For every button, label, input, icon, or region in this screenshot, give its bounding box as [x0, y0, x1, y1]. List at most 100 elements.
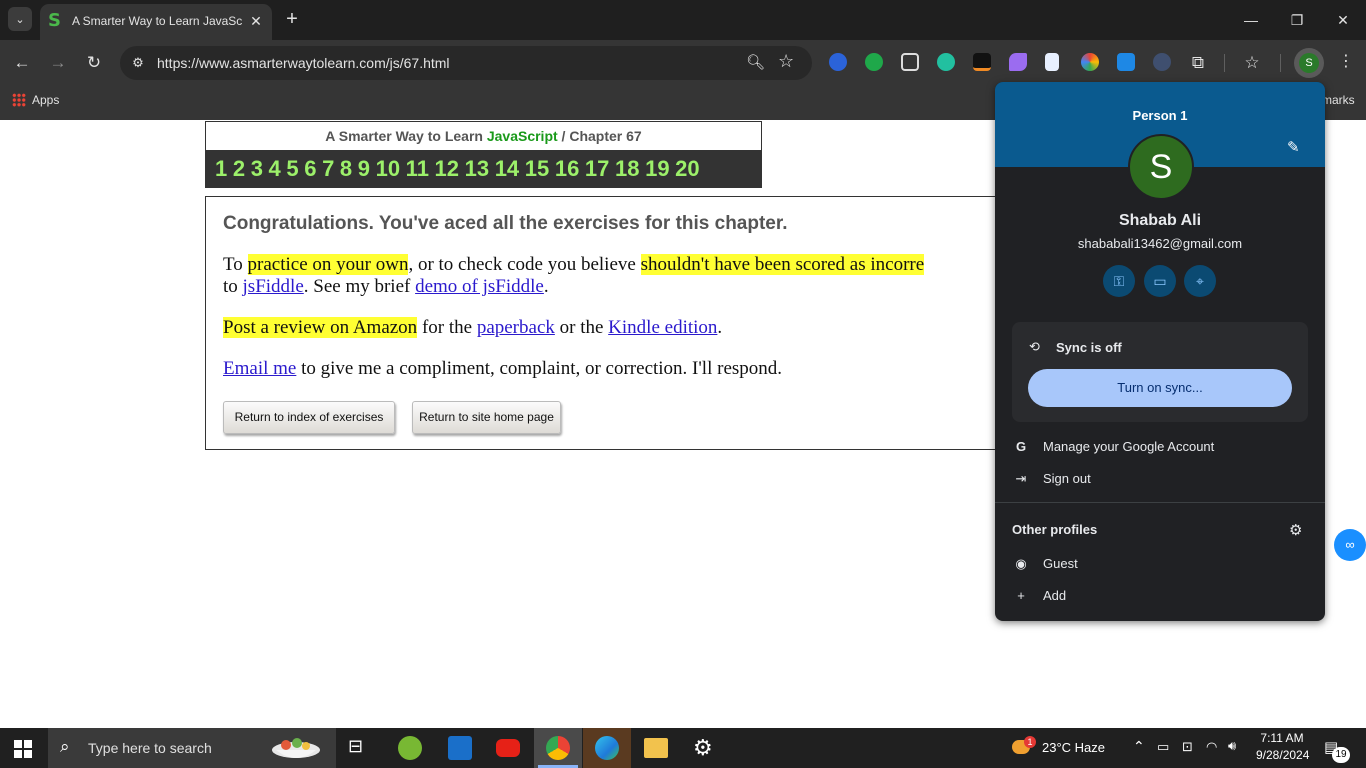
search-icon: ⌕	[60, 737, 70, 756]
manage-profiles-gear-icon[interactable]: ⚙	[1289, 521, 1302, 539]
addresses-pin-icon[interactable]: ⌖	[1184, 265, 1216, 297]
return-index-button[interactable]: Return to index of exercises	[223, 401, 395, 434]
chapter-link[interactable]: 12	[435, 156, 459, 181]
wifi-icon[interactable]: ◠	[1206, 739, 1217, 755]
youtube-icon[interactable]	[496, 739, 520, 757]
guest-profile-item[interactable]: ◉ Guest	[1013, 556, 1078, 572]
clock[interactable]: 7:11 AM 9/28/2024	[1256, 731, 1309, 762]
chapter-link[interactable]: 4	[269, 156, 281, 181]
add-profile-item[interactable]: + Add	[1013, 588, 1066, 603]
task-view-icon[interactable]: ⊟	[348, 736, 372, 760]
tab-title: A Smarter Way to Learn JavaScript	[72, 14, 242, 28]
chapter-link[interactable]: 20	[675, 156, 699, 181]
purple-extension-icon[interactable]	[1009, 53, 1027, 71]
settings-gear-icon[interactable]: ⚙	[693, 736, 717, 760]
utorrent-icon[interactable]	[398, 736, 422, 760]
cursor-extension-icon[interactable]	[1153, 53, 1171, 71]
chapter-link[interactable]: 2	[233, 156, 245, 181]
network-icon[interactable]: ⊡	[1182, 739, 1193, 755]
weather-text[interactable]: 23°C Haze	[1042, 740, 1105, 755]
taskbar-search[interactable]: ⌕ Type here to search	[48, 728, 336, 768]
demo-jsfiddle-link[interactable]: demo of jsFiddle	[415, 276, 544, 297]
chapter-link[interactable]: 11	[406, 156, 429, 181]
content-box: Congratulations. You've aced all the exe…	[205, 196, 1005, 450]
chapter-link[interactable]: 8	[340, 156, 352, 181]
kindle-link[interactable]: Kindle edition	[608, 317, 717, 338]
extensions-puzzle-icon[interactable]: ⧉	[1186, 51, 1210, 75]
chapter-link[interactable]: 15	[525, 156, 549, 181]
return-home-button[interactable]: Return to site home page	[412, 401, 561, 434]
highlight-scored: shouldn't have been scored as incorre	[640, 254, 925, 275]
site-info-icon[interactable]: ⚙	[128, 53, 148, 73]
chapter-link[interactable]: 7	[322, 156, 334, 181]
paperback-link[interactable]: paperback	[477, 317, 555, 338]
jsfiddle-link[interactable]: jsFiddle	[243, 276, 304, 297]
weather-icon[interactable]: 1	[1010, 736, 1036, 758]
apps-bookmark[interactable]: Apps	[12, 93, 59, 107]
menu-kebab-icon[interactable]: ⋮	[1338, 51, 1354, 71]
toolbar: ← → ↻ ⚙ https://www.asmarterwaytolearn.c…	[0, 40, 1366, 86]
address-bar[interactable]: ⚙ https://www.asmarterwaytolearn.com/js/…	[120, 46, 812, 80]
close-window-button[interactable]: ✕	[1328, 8, 1358, 32]
new-tab-button[interactable]: +	[282, 9, 302, 29]
close-tab-icon[interactable]: ✕	[246, 11, 266, 31]
google-g-icon: G	[1015, 439, 1027, 454]
payment-card-icon[interactable]: ▭	[1144, 265, 1176, 297]
reload-button[interactable]: ↻	[82, 51, 106, 75]
text: or the	[554, 317, 609, 338]
chapter-link[interactable]: 9	[358, 156, 370, 181]
blue-extension-icon[interactable]	[1117, 53, 1135, 71]
dark-extension-icon[interactable]	[973, 53, 991, 71]
chat-extension-icon[interactable]	[937, 53, 955, 71]
show-hidden-icons-icon[interactable]: ⌃	[1133, 738, 1145, 755]
all-bookmarks-label[interactable]: marks	[1322, 93, 1355, 107]
chapter-link[interactable]: 1	[215, 156, 227, 181]
bookmark-star-icon[interactable]: ☆	[778, 51, 794, 72]
chapter-link[interactable]: 3	[251, 156, 263, 181]
back-button[interactable]: ←	[10, 51, 34, 75]
paragraph-practice: To practice on your own, or to check cod…	[223, 254, 1005, 298]
edge-taskbar-button[interactable]	[583, 728, 631, 768]
minimize-button[interactable]: —	[1236, 8, 1266, 32]
restore-button[interactable]: ❐	[1282, 8, 1312, 32]
battery-icon[interactable]: ▭	[1157, 739, 1169, 755]
guest-label: Guest	[1043, 556, 1078, 571]
color-extension-icon[interactable]	[1081, 53, 1099, 71]
chapter-link[interactable]: 17	[585, 156, 609, 181]
chapter-link[interactable]: 6	[304, 156, 316, 181]
chapter-link[interactable]: 19	[645, 156, 669, 181]
manage-account-item[interactable]: G Manage your Google Account	[1013, 439, 1214, 454]
turn-on-sync-button[interactable]: Turn on sync...	[1028, 369, 1292, 407]
chrome-taskbar-button[interactable]	[534, 728, 582, 768]
profile-button[interactable]: S	[1294, 48, 1324, 78]
zoom-icon[interactable]: 🔍︎	[746, 53, 765, 71]
doc-extension-icon[interactable]	[1045, 53, 1059, 71]
forward-button[interactable]: →	[46, 51, 70, 75]
chapter-link[interactable]: 13	[465, 156, 489, 181]
floating-extension-icon[interactable]: ∞	[1334, 529, 1366, 561]
toolbar-separator	[1280, 54, 1281, 72]
zoom-extension-icon[interactable]	[829, 53, 847, 71]
volume-icon[interactable]: 🔊︎	[1228, 738, 1236, 754]
bookmarks-star-icon[interactable]: ☆	[1240, 51, 1264, 75]
user-email: shababali13462@gmail.com	[1077, 236, 1243, 251]
windows-start-icon[interactable]	[14, 740, 32, 758]
chapter-link[interactable]: 5	[286, 156, 298, 181]
file-explorer-icon[interactable]	[644, 738, 668, 758]
edit-pencil-icon[interactable]: ✎	[1287, 138, 1300, 156]
chapter-link[interactable]: 10	[376, 156, 400, 181]
passwords-key-icon[interactable]: ⚿	[1103, 265, 1135, 297]
chevron-down-icon: ⌄	[15, 13, 25, 26]
url-text[interactable]: https://www.asmarterwaytolearn.com/js/67…	[157, 55, 450, 71]
sign-out-item[interactable]: ⇥ Sign out	[1013, 471, 1091, 487]
mail-icon[interactable]	[448, 736, 472, 760]
chapter-link[interactable]: 18	[615, 156, 639, 181]
grammarly-extension-icon[interactable]	[865, 53, 883, 71]
image-extension-icon[interactable]	[901, 53, 919, 71]
email-me-link[interactable]: Email me	[223, 358, 296, 379]
chapter-link[interactable]: 14	[495, 156, 519, 181]
time-text: 7:11 AM	[1260, 731, 1304, 745]
chapter-link[interactable]: 16	[555, 156, 579, 181]
tab-search-button[interactable]: ⌄	[8, 7, 32, 31]
tab-active[interactable]: S A Smarter Way to Learn JavaScript ✕	[40, 4, 272, 40]
